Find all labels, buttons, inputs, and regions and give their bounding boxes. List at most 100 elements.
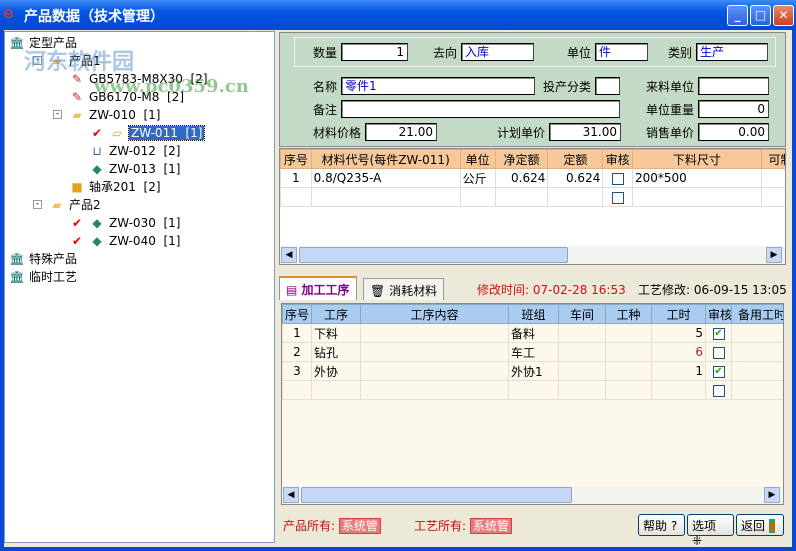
tree-node[interactable]: ✎ GB6170-M8 [2] bbox=[69, 88, 184, 106]
table-row[interactable]: 2 钻孔 车工 6 bbox=[282, 342, 783, 362]
options-button[interactable]: 选项 ⁜ bbox=[687, 514, 734, 548]
cell[interactable] bbox=[360, 380, 509, 400]
cell[interactable] bbox=[558, 380, 606, 400]
weight-input[interactable]: 0 bbox=[698, 100, 769, 118]
tree-node[interactable]: 🏛 临时工艺 bbox=[9, 268, 77, 286]
cell[interactable]: 公斤 bbox=[459, 168, 496, 188]
review-cell[interactable] bbox=[602, 187, 633, 207]
review-cell[interactable] bbox=[705, 342, 732, 362]
review-cell[interactable]: ✔ bbox=[705, 361, 732, 381]
sale-price-input[interactable]: 0.00 bbox=[698, 123, 769, 141]
cell[interactable] bbox=[311, 380, 361, 400]
cell[interactable] bbox=[360, 361, 509, 381]
collapse-toggle[interactable]: - bbox=[33, 200, 42, 209]
cell[interactable] bbox=[558, 323, 606, 343]
review-checkbox[interactable] bbox=[611, 191, 624, 204]
scroll-thumb[interactable] bbox=[299, 247, 568, 263]
column-header[interactable]: 工时 bbox=[651, 304, 706, 324]
column-header[interactable]: 下料尺寸 bbox=[631, 149, 762, 169]
product-tree[interactable]: 🏛 定型产品 - ▰ 产品1 ✎ GB5783-M8X30 [2] ✎ GB6170-M8 [2… bbox=[4, 31, 275, 543]
cell[interactable] bbox=[760, 187, 785, 207]
column-header[interactable]: 定额 bbox=[547, 149, 604, 169]
cell[interactable]: 1 bbox=[760, 168, 785, 188]
cell[interactable] bbox=[459, 187, 496, 207]
table-row[interactable] bbox=[280, 187, 785, 207]
process-hscrollbar[interactable]: ◀ ▶ bbox=[282, 486, 783, 504]
review-checkbox[interactable]: ✔ bbox=[712, 327, 725, 340]
tree-node[interactable]: 🏛 特殊产品 bbox=[9, 250, 77, 268]
note-input[interactable] bbox=[341, 100, 620, 118]
minimize-button[interactable]: _ bbox=[727, 5, 748, 26]
title-bar[interactable]: ⊖ 产品数据（技术管理） _ □ ✕ bbox=[0, 0, 796, 30]
column-header[interactable]: 可制 bbox=[760, 149, 785, 169]
materials-hscrollbar[interactable]: ◀ ▶ bbox=[280, 246, 785, 264]
review-checkbox[interactable] bbox=[712, 346, 725, 359]
tree-node[interactable]: ✔ ◆ ZW-040 [1] bbox=[69, 232, 181, 250]
cell[interactable] bbox=[280, 187, 312, 207]
cat-input[interactable]: 生产 bbox=[696, 43, 768, 61]
cell[interactable]: 2 bbox=[282, 342, 312, 362]
column-header[interactable]: 审核 bbox=[602, 149, 633, 169]
scroll-left-button[interactable]: ◀ bbox=[281, 247, 297, 263]
back-button[interactable]: 返回 ▮ bbox=[736, 514, 784, 536]
tree-node[interactable]: ▰ ZW-010 [1] bbox=[69, 106, 160, 124]
cell[interactable] bbox=[605, 323, 652, 343]
tree-node[interactable]: ◆ ZW-013 [1] bbox=[89, 160, 180, 178]
help-button[interactable]: 帮助 ? bbox=[638, 514, 685, 536]
tree-node[interactable]: ⊔ ZW-012 [2] bbox=[89, 142, 180, 160]
scroll-right-button[interactable]: ▶ bbox=[766, 247, 782, 263]
cell[interactable] bbox=[494, 187, 549, 207]
tree-node[interactable]: ✔ ◆ ZW-030 [1] bbox=[69, 214, 181, 232]
column-header[interactable]: 工序 bbox=[311, 304, 361, 324]
tree-node[interactable]: ✎ GB5783-M8X30 [2] bbox=[69, 70, 208, 88]
cell[interactable]: 1 bbox=[280, 168, 312, 188]
cell[interactable]: 外协1 bbox=[508, 361, 559, 381]
column-header[interactable]: 工种 bbox=[605, 304, 652, 324]
column-header[interactable]: 车间 bbox=[558, 304, 606, 324]
tree-node[interactable]: ▰ 产品1 bbox=[49, 52, 100, 70]
prod-cat-input[interactable] bbox=[595, 77, 620, 95]
cell[interactable] bbox=[605, 361, 652, 381]
cell[interactable] bbox=[605, 342, 652, 362]
tab-process[interactable]: ▤ 加工工序 bbox=[279, 276, 357, 300]
cell[interactable]: 5 bbox=[651, 323, 706, 343]
cell[interactable]: 1 bbox=[651, 361, 706, 381]
cell[interactable]: 下料 bbox=[311, 323, 361, 343]
tree-node[interactable]: ✔ ▱ ZW-011 [1] bbox=[89, 124, 206, 142]
cell[interactable]: 3 bbox=[282, 361, 312, 381]
close-button[interactable]: ✕ bbox=[773, 5, 794, 26]
column-header[interactable]: 单位 bbox=[459, 149, 496, 169]
table-row[interactable]: 1 下料 备料 5 ✔ bbox=[282, 323, 783, 343]
review-checkbox[interactable]: ✔ bbox=[712, 365, 725, 378]
cell[interactable]: 车工 bbox=[508, 342, 559, 362]
maximize-button[interactable]: □ bbox=[750, 5, 771, 26]
review-checkbox[interactable] bbox=[712, 384, 725, 397]
cell[interactable] bbox=[558, 361, 606, 381]
column-header[interactable]: 净定额 bbox=[494, 149, 549, 169]
review-cell[interactable] bbox=[705, 380, 732, 400]
cell[interactable] bbox=[731, 380, 783, 400]
cell[interactable]: 钻孔 bbox=[311, 342, 361, 362]
column-header[interactable]: 材料代号(每件ZW-011) bbox=[310, 149, 461, 169]
scroll-left-button[interactable]: ◀ bbox=[283, 487, 299, 503]
materials-grid[interactable]: 序号材料代号(每件ZW-011)单位净定额定额审核下料尺寸可制10.8/Q235… bbox=[279, 148, 786, 265]
cell[interactable]: 0.624 bbox=[494, 168, 549, 188]
cell[interactable]: 0.8/Q235-A bbox=[310, 168, 461, 188]
cell[interactable] bbox=[310, 187, 461, 207]
dest-input[interactable]: 入库 bbox=[461, 43, 534, 61]
tree-node[interactable]: ■ 轴承201 [2] bbox=[69, 178, 160, 196]
cell[interactable]: 6 bbox=[651, 342, 706, 362]
tree-node[interactable]: ▰ 产品2 bbox=[49, 196, 100, 214]
scroll-right-button[interactable]: ▶ bbox=[764, 487, 780, 503]
cell[interactable]: 200*500 bbox=[631, 168, 762, 188]
column-header[interactable]: 备用工时 bbox=[731, 304, 783, 324]
cell[interactable] bbox=[547, 187, 604, 207]
tree-node[interactable]: 🏛 定型产品 bbox=[9, 34, 77, 52]
qty-input[interactable]: 1 bbox=[341, 43, 408, 61]
collapse-toggle[interactable]: - bbox=[33, 56, 42, 65]
cell[interactable] bbox=[282, 380, 312, 400]
collapse-toggle[interactable]: - bbox=[53, 110, 62, 119]
cell[interactable]: 备料 bbox=[508, 323, 559, 343]
cell[interactable] bbox=[731, 342, 783, 362]
table-row[interactable] bbox=[282, 380, 783, 400]
